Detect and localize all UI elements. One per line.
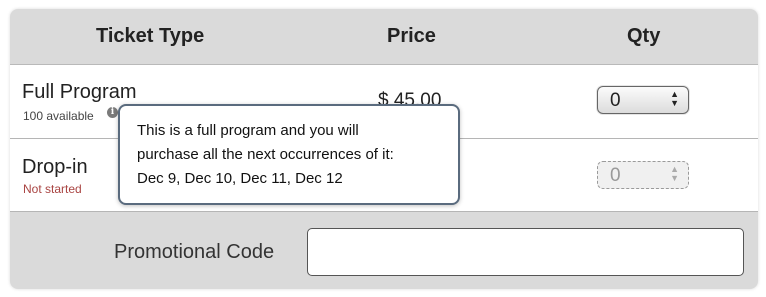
header-price: Price [387, 25, 436, 47]
table-header: Ticket Type Price Qty [10, 9, 758, 65]
availability-text: 100 available [23, 109, 94, 123]
info-icon[interactable]: i [107, 107, 118, 118]
tooltip-line: This is a full program and you will [137, 122, 359, 139]
header-qty: Qty [627, 25, 661, 47]
up-down-arrows-icon: ▲ ▼ [670, 164, 679, 183]
tooltip-line: Dec 9, Dec 10, Dec 11, Dec 12 [137, 170, 343, 187]
quantity-select-drop-in: 0 ▲ ▼ [597, 161, 689, 189]
ticket-name: Full Program [22, 81, 137, 103]
tooltip-popover: This is a full program and you will purc… [118, 104, 460, 205]
quantity-value: 0 [610, 90, 621, 111]
status-text: Not started [23, 182, 82, 196]
up-down-arrows-icon: ▲ ▼ [670, 89, 679, 108]
promo-code-input[interactable] [307, 228, 744, 276]
promo-code-row: Promotional Code [10, 212, 758, 289]
tooltip-line: purchase all the next occurrences of it: [137, 146, 394, 163]
quantity-value: 0 [610, 165, 621, 186]
header-ticket-type: Ticket Type [96, 25, 205, 47]
quantity-select-full-program[interactable]: 0 ▲ ▼ [597, 86, 689, 114]
promo-code-label: Promotional Code [114, 241, 275, 263]
ticket-name: Drop-in [22, 156, 88, 178]
